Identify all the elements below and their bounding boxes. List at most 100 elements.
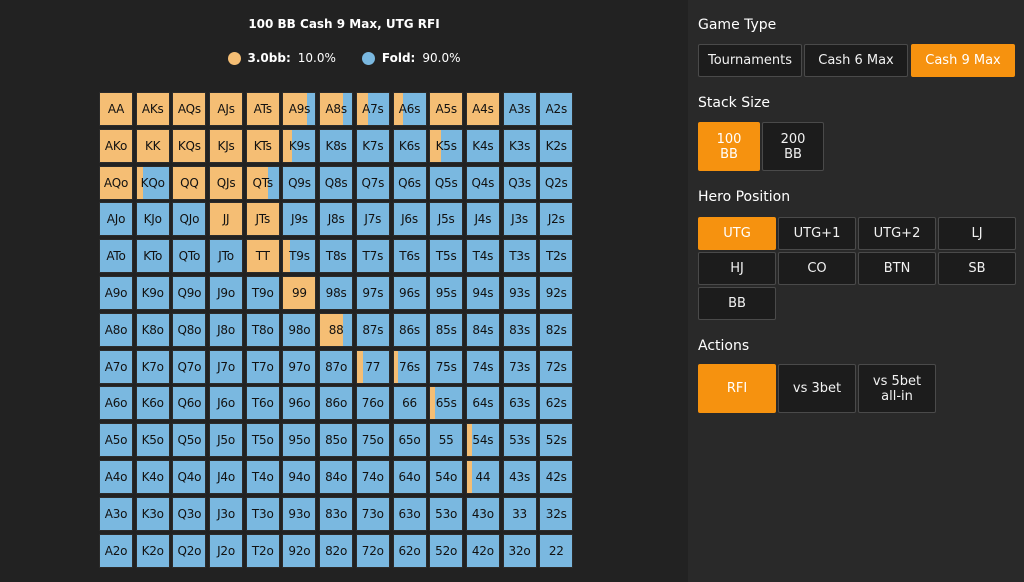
hand-cell[interactable]: 75s bbox=[429, 349, 464, 384]
action-rfi-button[interactable]: RFI bbox=[698, 364, 776, 413]
hand-cell[interactable]: 44 bbox=[465, 459, 500, 494]
hand-cell[interactable]: AJo bbox=[99, 202, 133, 237]
hand-cell[interactable]: T5s bbox=[429, 239, 464, 274]
hand-cell[interactable]: T4o bbox=[245, 459, 280, 494]
hand-cell[interactable]: T4s bbox=[465, 239, 500, 274]
hand-cell[interactable]: 75o bbox=[355, 423, 390, 458]
hand-cell[interactable]: 64o bbox=[392, 459, 427, 494]
hand-cell[interactable]: 84o bbox=[319, 459, 354, 494]
hand-cell[interactable]: A9o bbox=[99, 275, 133, 310]
hand-cell[interactable]: 83s bbox=[502, 312, 537, 347]
hand-cell[interactable]: J7o bbox=[209, 349, 244, 384]
hand-cell[interactable]: Q3o bbox=[172, 496, 207, 531]
action-vs-5bet-allin-button[interactable]: vs 5bet all-in bbox=[858, 364, 936, 413]
action-vs-3bet-button[interactable]: vs 3bet bbox=[778, 364, 856, 413]
hand-cell[interactable]: 65o bbox=[392, 423, 427, 458]
hand-cell[interactable]: KQs bbox=[172, 128, 207, 163]
hand-cell[interactable]: 62o bbox=[392, 533, 427, 568]
hand-cell[interactable]: ATs bbox=[245, 92, 280, 126]
hand-cell[interactable]: J9o bbox=[209, 275, 244, 310]
hand-cell[interactable]: Q4s bbox=[465, 165, 500, 200]
hand-cell[interactable]: Q2o bbox=[172, 533, 207, 568]
hand-cell[interactable]: 84s bbox=[465, 312, 500, 347]
hand-cell[interactable]: 42o bbox=[465, 533, 500, 568]
hand-cell[interactable]: Q6s bbox=[392, 165, 427, 200]
hand-cell[interactable]: 64s bbox=[465, 386, 500, 421]
hand-cell[interactable]: K5s bbox=[429, 128, 464, 163]
hand-cell[interactable]: KTo bbox=[135, 239, 170, 274]
hand-cell[interactable]: 88 bbox=[319, 312, 354, 347]
hand-cell[interactable]: 82s bbox=[539, 312, 574, 347]
hand-cell[interactable]: 93o bbox=[282, 496, 317, 531]
hand-cell[interactable]: K2s bbox=[539, 128, 574, 163]
hand-cell[interactable]: Q4o bbox=[172, 459, 207, 494]
hand-cell[interactable]: J8s bbox=[319, 202, 354, 237]
hand-cell[interactable]: AKs bbox=[135, 92, 170, 126]
hand-cell[interactable]: A5s bbox=[429, 92, 464, 126]
position-utg-button[interactable]: UTG bbox=[698, 217, 776, 250]
hand-cell[interactable]: QTs bbox=[245, 165, 280, 200]
hand-cell[interactable]: 73o bbox=[355, 496, 390, 531]
hand-cell[interactable]: JTo bbox=[209, 239, 244, 274]
hand-cell[interactable]: ATo bbox=[99, 239, 133, 274]
hand-cell[interactable]: TT bbox=[245, 239, 280, 274]
hand-cell[interactable]: 22 bbox=[539, 533, 574, 568]
hand-cell[interactable]: 94o bbox=[282, 459, 317, 494]
hand-cell[interactable]: 65s bbox=[429, 386, 464, 421]
hand-cell[interactable]: 77 bbox=[355, 349, 390, 384]
hand-cell[interactable]: KJs bbox=[209, 128, 244, 163]
hand-cell[interactable]: K2o bbox=[135, 533, 170, 568]
hand-cell[interactable]: 82o bbox=[319, 533, 354, 568]
hand-cell[interactable]: K9o bbox=[135, 275, 170, 310]
hand-cell[interactable]: 62s bbox=[539, 386, 574, 421]
hand-cell[interactable]: J3s bbox=[502, 202, 537, 237]
hand-cell[interactable]: K3o bbox=[135, 496, 170, 531]
hand-cell[interactable]: 74s bbox=[465, 349, 500, 384]
hand-cell[interactable]: A8o bbox=[99, 312, 133, 347]
hand-cell[interactable]: J4o bbox=[209, 459, 244, 494]
hand-cell[interactable]: 43o bbox=[465, 496, 500, 531]
hand-cell[interactable]: 32o bbox=[502, 533, 537, 568]
hand-cell[interactable]: KK bbox=[135, 128, 170, 163]
hand-cell[interactable]: 97o bbox=[282, 349, 317, 384]
hand-cell[interactable]: 55 bbox=[429, 423, 464, 458]
hand-cell[interactable]: T7o bbox=[245, 349, 280, 384]
hand-cell[interactable]: T3s bbox=[502, 239, 537, 274]
hand-cell[interactable]: 86o bbox=[319, 386, 354, 421]
position-utg1-button[interactable]: UTG+1 bbox=[778, 217, 856, 250]
hand-cell[interactable]: T6s bbox=[392, 239, 427, 274]
hand-cell[interactable]: J2o bbox=[209, 533, 244, 568]
hand-cell[interactable]: 83o bbox=[319, 496, 354, 531]
hand-cell[interactable]: T8s bbox=[319, 239, 354, 274]
hand-cell[interactable]: 52s bbox=[539, 423, 574, 458]
hand-cell[interactable]: A2s bbox=[539, 92, 574, 126]
hand-cell[interactable]: Q3s bbox=[502, 165, 537, 200]
hand-cell[interactable]: J5o bbox=[209, 423, 244, 458]
hand-cell[interactable]: 95o bbox=[282, 423, 317, 458]
hand-cell[interactable]: J3o bbox=[209, 496, 244, 531]
hand-cell[interactable]: T9s bbox=[282, 239, 317, 274]
hand-cell[interactable]: 96s bbox=[392, 275, 427, 310]
hand-cell[interactable]: Q9s bbox=[282, 165, 317, 200]
hand-cell[interactable]: 92s bbox=[539, 275, 574, 310]
position-btn-button[interactable]: BTN bbox=[858, 252, 936, 285]
hand-cell[interactable]: T7s bbox=[355, 239, 390, 274]
hand-cell[interactable]: 63s bbox=[502, 386, 537, 421]
hand-cell[interactable]: 54s bbox=[465, 423, 500, 458]
hand-cell[interactable]: A6s bbox=[392, 92, 427, 126]
hand-cell[interactable]: 76o bbox=[355, 386, 390, 421]
hand-cell[interactable]: 99 bbox=[282, 275, 317, 310]
hand-cell[interactable]: Q8o bbox=[172, 312, 207, 347]
hand-cell[interactable]: 86s bbox=[392, 312, 427, 347]
hand-cell[interactable]: Q7o bbox=[172, 349, 207, 384]
hand-cell[interactable]: AA bbox=[99, 92, 133, 126]
hand-cell[interactable]: A6o bbox=[99, 386, 133, 421]
hand-cell[interactable]: J4s bbox=[465, 202, 500, 237]
game-type-cash-6-max-button[interactable]: Cash 6 Max bbox=[804, 44, 908, 77]
hand-cell[interactable]: 74o bbox=[355, 459, 390, 494]
hand-cell[interactable]: KQo bbox=[135, 165, 170, 200]
hand-cell[interactable]: 96o bbox=[282, 386, 317, 421]
hand-cell[interactable]: Q9o bbox=[172, 275, 207, 310]
hand-cell[interactable]: AKo bbox=[99, 128, 133, 163]
hand-cell[interactable]: AQo bbox=[99, 165, 133, 200]
